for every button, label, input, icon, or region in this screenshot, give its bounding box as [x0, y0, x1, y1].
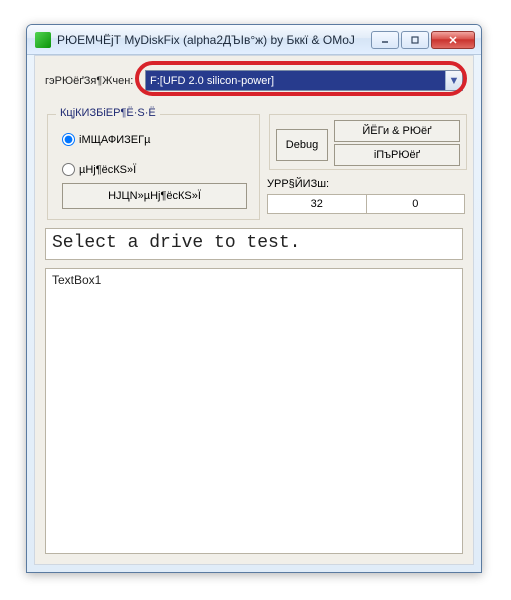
mode-group-title: КцјКИЗБіЕР¶Ё·Ѕ·Ё — [56, 107, 160, 119]
stat-value-2: 0 — [367, 195, 465, 213]
debug-button[interactable]: Debug — [276, 129, 328, 161]
start-button[interactable]: НЈЦN»µНј¶ёсКЅ»Ї — [62, 183, 247, 209]
app-icon — [35, 32, 51, 48]
radio-option-1[interactable]: іМЩАФИЗЕГµ — [62, 133, 150, 146]
log-textbox[interactable]: TextBox1 — [45, 268, 463, 554]
stats-label: УРР§ЙИЗш: — [267, 178, 329, 190]
chevron-down-icon[interactable]: ▼ — [445, 71, 462, 90]
stat-value-1: 32 — [268, 195, 367, 213]
mode-groupbox: КцјКИЗБіЕР¶Ё·Ѕ·Ё іМЩАФИЗЕГµ µНј¶ёсКЅ»Ї Н… — [47, 114, 260, 220]
radio-label-1: іМЩАФИЗЕГµ — [79, 134, 150, 146]
drive-select[interactable]: F:[UFD 2.0 silicon-power] ▼ — [145, 70, 463, 91]
drive-select-value: F:[UFD 2.0 silicon-power] — [145, 70, 463, 91]
client-area: гэРЮёґЗя¶Жчен: F:[UFD 2.0 silicon-power]… — [34, 55, 474, 565]
maximize-button[interactable] — [401, 31, 429, 49]
radio-option-2[interactable]: µНј¶ёсКЅ»Ї — [62, 163, 136, 176]
drive-select-label: гэРЮёґЗя¶Жчен: — [45, 75, 145, 87]
repair-button[interactable]: іПъРЮёґ — [334, 144, 460, 166]
action-groupbox: Debug ЙЁГи & РЮёґ іПъРЮёґ — [269, 114, 467, 170]
app-window: РЮЕМЧЁјТ MyDiskFix (alpha2ДЪІв°ж) by Бкк… — [26, 24, 482, 573]
close-button[interactable] — [431, 31, 475, 49]
scan-repair-button[interactable]: ЙЁГи & РЮёґ — [334, 120, 460, 142]
radio-label-2: µНј¶ёсКЅ»Ї — [79, 164, 136, 176]
message-box: Select a drive to test. — [45, 228, 463, 260]
window-title: РЮЕМЧЁјТ MyDiskFix (alpha2ДЪІв°ж) by Бкк… — [57, 33, 371, 47]
minimize-button[interactable] — [371, 31, 399, 49]
titlebar[interactable]: РЮЕМЧЁјТ MyDiskFix (alpha2ДЪІв°ж) by Бкк… — [27, 25, 481, 55]
radio-input-2[interactable] — [62, 163, 75, 176]
radio-input-1[interactable] — [62, 133, 75, 146]
stats-row: 32 0 — [267, 194, 465, 214]
